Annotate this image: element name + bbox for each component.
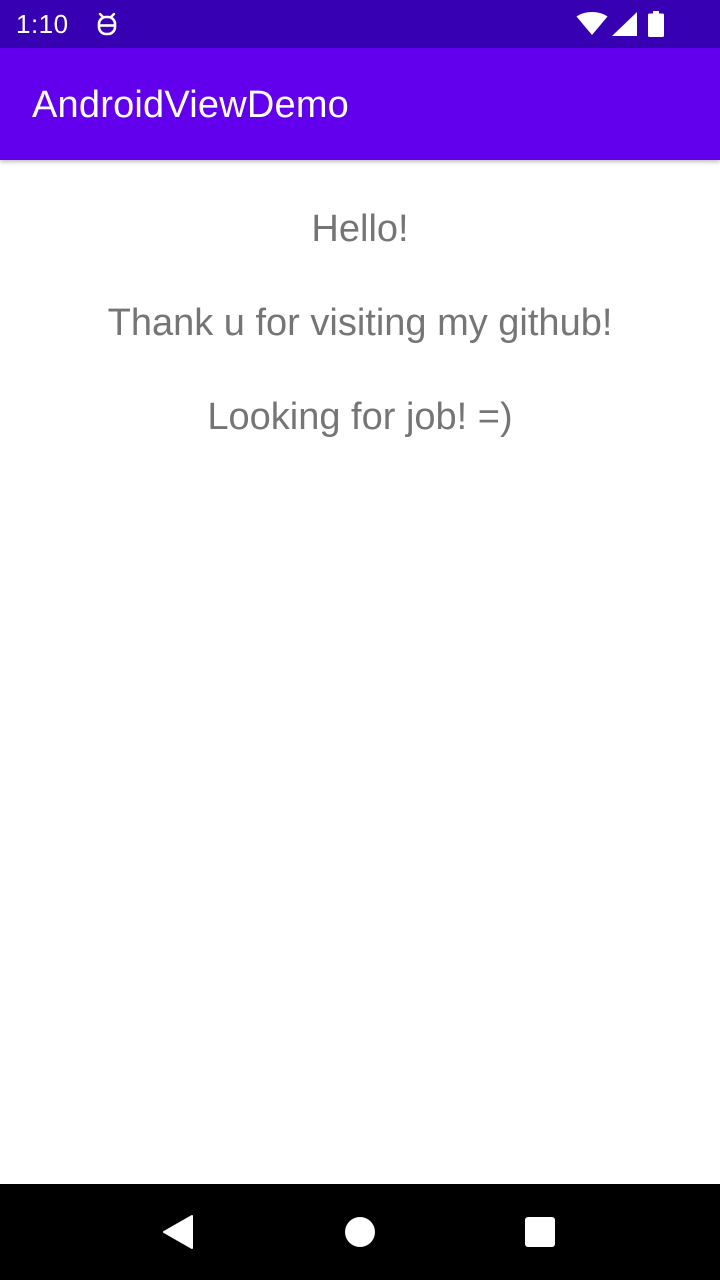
recents-icon[interactable] [524, 1216, 556, 1248]
home-icon[interactable] [343, 1215, 377, 1249]
back-icon[interactable] [160, 1214, 196, 1250]
main-content: Hello! Thank u for visiting my github! L… [0, 160, 720, 1184]
status-time: 1:10 [16, 9, 69, 39]
thanks-text: Thank u for visiting my github! [107, 302, 613, 344]
app-title: AndroidViewDemo [32, 84, 350, 126]
navigation-bar [0, 1184, 720, 1280]
debug-icon [97, 12, 117, 36]
signal-icon [612, 12, 637, 36]
battery-icon [648, 11, 664, 37]
status-bar: 1:10 [0, 0, 720, 48]
app-bar: AndroidViewDemo [0, 48, 720, 160]
hello-text: Hello! [311, 208, 409, 250]
wifi-icon [576, 12, 608, 35]
screen: 1:10 AndroidViewDemo Hello! Thank u for … [0, 0, 720, 1280]
job-text: Looking for job! =) [207, 396, 513, 438]
